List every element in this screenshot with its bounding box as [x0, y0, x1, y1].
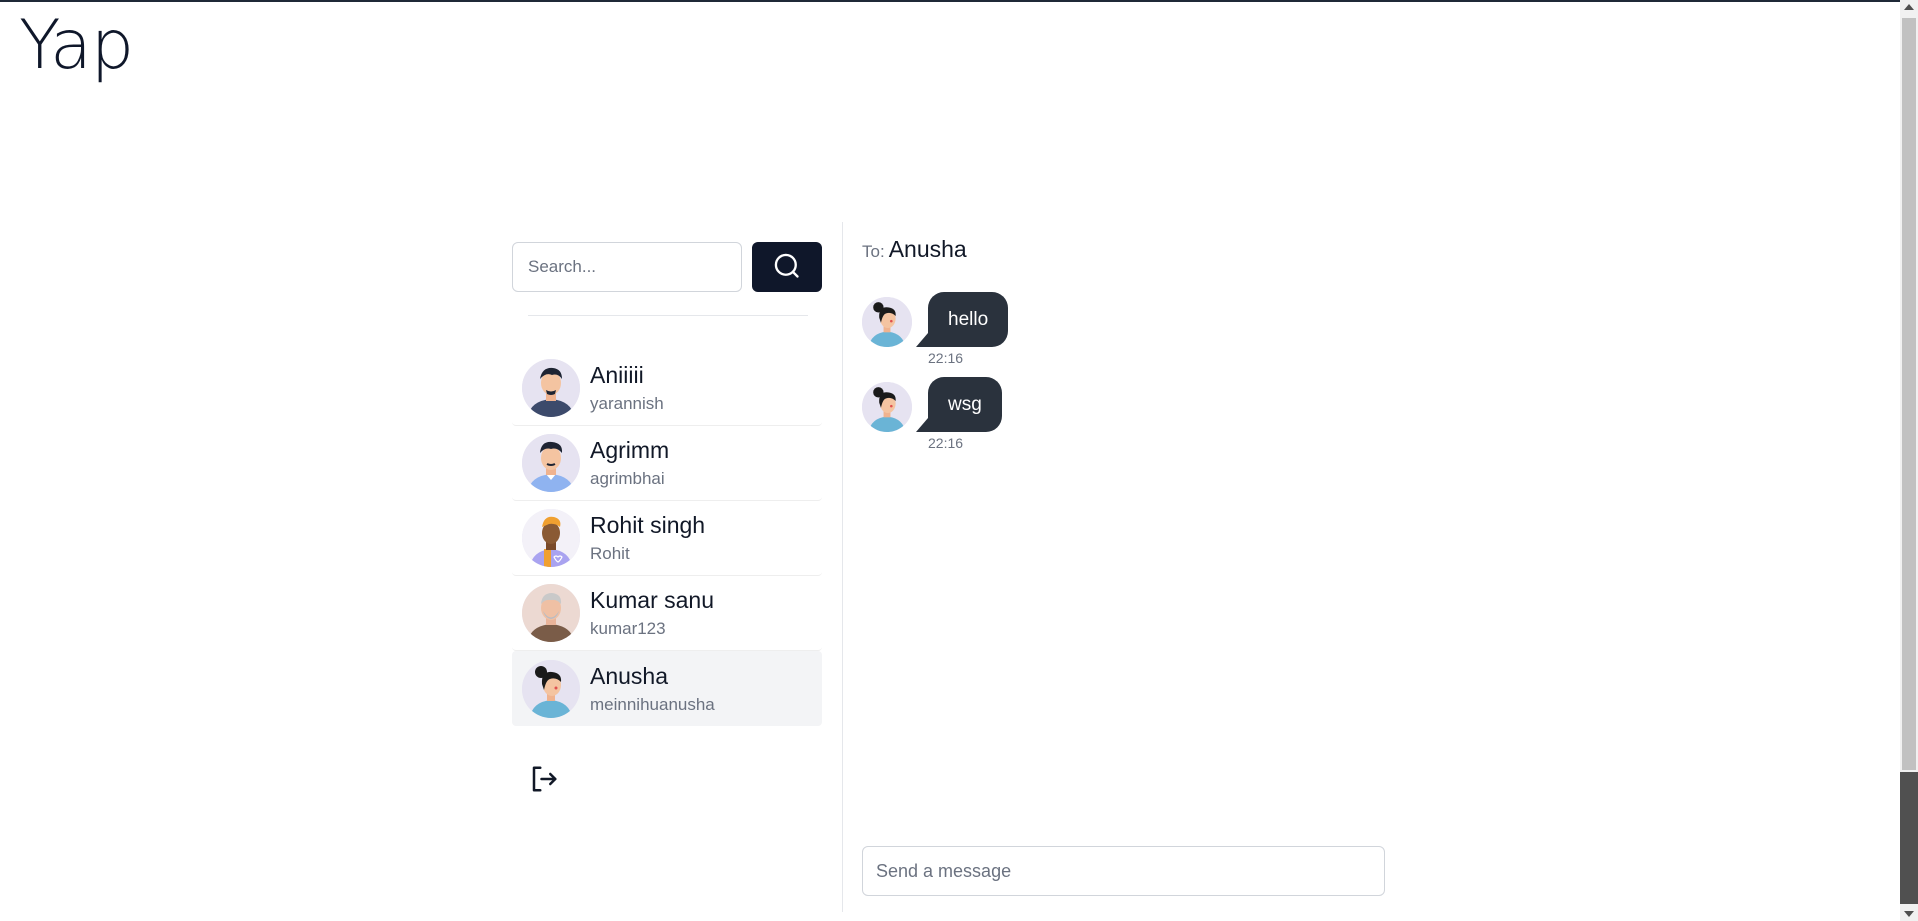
chat-panel: To: Anusha hello 22:16 wsg 22:16 Send a … [862, 222, 1387, 914]
conversation-item-selected[interactable]: Anusha meinnihuanusha [512, 651, 822, 726]
woman-bun-avatar [862, 382, 912, 432]
sidebar: Aniiiii yarannish Agrimm agrimbhai [512, 222, 822, 914]
scrollbar-track[interactable] [1902, 18, 1916, 770]
message-time: 22:16 [928, 435, 964, 451]
logout-icon [529, 764, 559, 797]
older-man-grey-beard-avatar [522, 584, 580, 642]
man-dark-hair-avatar [522, 359, 580, 417]
conversation-item[interactable]: Aniiiii yarannish [512, 351, 822, 426]
message-bubble: wsg [928, 377, 1002, 432]
person-orange-hair-avatar [522, 509, 580, 567]
user-name: Aniiiii [590, 362, 644, 388]
bubble-tail [916, 333, 928, 347]
chat-message: hello [862, 292, 1009, 347]
logout-button[interactable] [528, 764, 560, 796]
user-handle: meinnihuanusha [590, 694, 715, 714]
panel-divider [842, 222, 843, 912]
to-label: To: [862, 242, 885, 261]
user-handle: yarannish [590, 394, 664, 413]
user-name: Kumar sanu [590, 587, 715, 613]
woman-bun-avatar [522, 659, 580, 718]
chat-header: To: Anusha [862, 236, 967, 263]
recipient-name: Anusha [888, 236, 967, 262]
message-time: 22:16 [928, 350, 964, 366]
message-input[interactable] [862, 846, 1385, 896]
conversation-item[interactable]: Agrimm agrimbhai [512, 426, 822, 501]
scroll-down-arrow-icon[interactable] [1904, 911, 1914, 917]
page-scrollbar[interactable] [1900, 0, 1918, 921]
user-handle: agrimbhai [590, 469, 665, 488]
app-logo: Yap [19, 6, 134, 85]
user-name: Anusha [590, 662, 669, 689]
message-bubble: hello [928, 292, 1009, 347]
search-input[interactable] [512, 242, 742, 292]
woman-bun-avatar [862, 297, 912, 347]
user-handle: kumar123 [590, 619, 666, 638]
chat-message: wsg [862, 377, 1002, 432]
scrollbar-thumb[interactable] [1900, 772, 1918, 904]
bubble-tail [916, 418, 928, 432]
search-button[interactable] [752, 242, 822, 292]
conversation-item[interactable]: Kumar sanu kumar123 [512, 576, 822, 651]
window-top-border [0, 0, 1918, 2]
search-icon [773, 252, 801, 283]
user-handle: Rohit [590, 544, 630, 563]
sidebar-divider [528, 315, 808, 316]
scroll-up-arrow-icon[interactable] [1904, 4, 1914, 10]
man-blue-shirt-avatar [522, 434, 580, 492]
conversation-list: Aniiiii yarannish Agrimm agrimbhai Rohit… [512, 351, 822, 726]
conversation-item[interactable]: Rohit singh Rohit [512, 501, 822, 576]
user-name: Rohit singh [590, 512, 706, 538]
user-name: Agrimm [590, 437, 670, 463]
